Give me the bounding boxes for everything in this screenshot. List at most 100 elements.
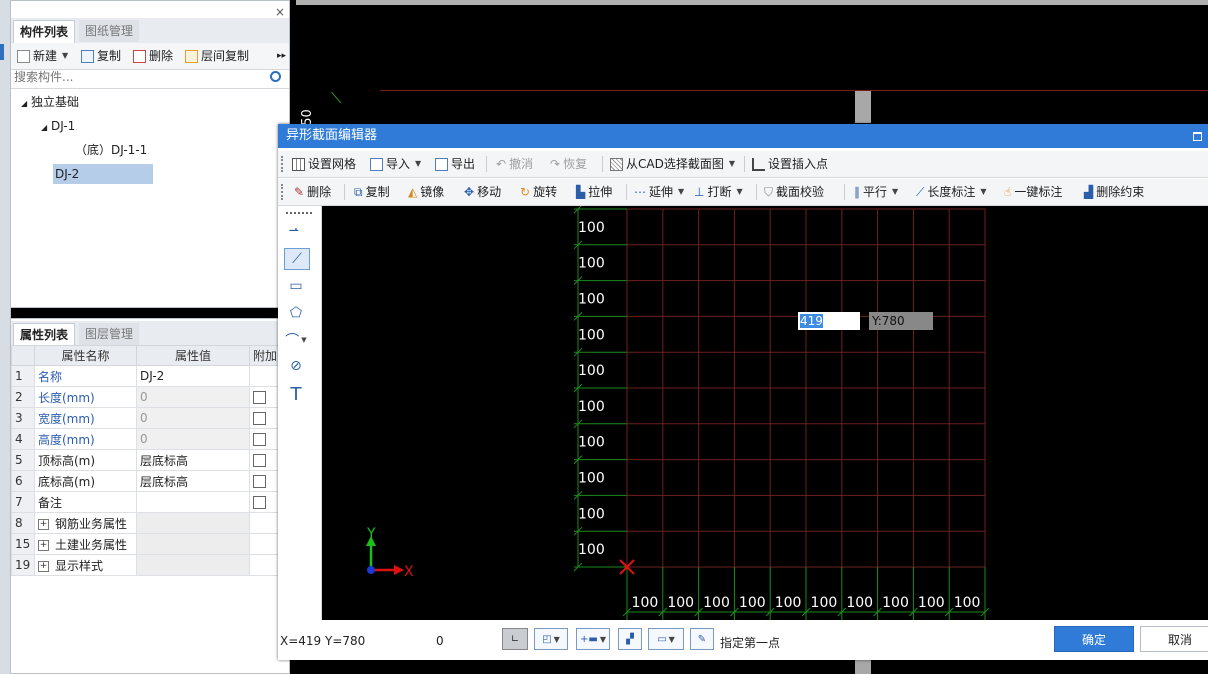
text-tool-icon[interactable]: T xyxy=(284,384,308,405)
stretch-button[interactable]: ▙ 拉伸 xyxy=(576,183,612,201)
property-value-cell[interactable]: DJ-2 xyxy=(136,365,250,387)
expand-triangle-icon[interactable]: ◢ xyxy=(21,99,27,108)
polygon-tool-icon[interactable]: ⬠ xyxy=(284,303,308,323)
import-button[interactable]: 导入 ▼ xyxy=(370,155,421,173)
table-row[interactable]: 8 + 钢筋业务属性 xyxy=(11,512,287,534)
table-row[interactable]: 4 高度(mm) 0 xyxy=(11,428,287,450)
table-row[interactable]: 3 宽度(mm) 0 xyxy=(11,407,287,429)
tab-property-list[interactable]: 属性列表 xyxy=(13,323,76,347)
extra-checkbox[interactable] xyxy=(253,412,266,425)
extra-checkbox[interactable] xyxy=(253,454,266,467)
table-row[interactable]: 5 顶标高(m) 层底标高 xyxy=(11,449,287,471)
tree-node-dj1[interactable]: ◢ DJ-1 xyxy=(41,116,75,136)
chevron-down-icon: ▼ xyxy=(892,187,899,196)
search-icon[interactable] xyxy=(270,71,281,82)
display-toggle-button[interactable]: ▭ ▼ xyxy=(648,628,684,650)
prompt-toggle-button[interactable]: ✎ xyxy=(690,628,714,650)
undo-button[interactable]: ↶ 撤消 xyxy=(496,155,533,173)
more-icon[interactable]: ▸▸ xyxy=(277,47,286,65)
table-row[interactable]: 1 名称 DJ-2 xyxy=(11,365,287,387)
property-value-cell[interactable]: 0 xyxy=(136,407,250,429)
expand-plus-icon[interactable]: + xyxy=(38,560,49,572)
property-tabbar: 属性列表 图层管理 xyxy=(11,321,289,348)
line-tool-icon[interactable]: ⟋ xyxy=(284,248,310,270)
point-tool-icon[interactable]: ·̶ xyxy=(284,220,308,240)
layer-toggle-button[interactable]: ▞ xyxy=(618,628,642,650)
delete-button[interactable]: ✎ 删除 xyxy=(294,183,331,201)
table-row[interactable]: 6 底标高(m) 层底标高 xyxy=(11,470,287,492)
circle-tool-icon[interactable]: ⊘ xyxy=(284,356,308,376)
extra-checkbox[interactable] xyxy=(253,433,266,446)
property-value-cell[interactable]: 0 xyxy=(136,428,250,450)
tab-layer-management[interactable]: 图层管理 xyxy=(79,323,140,345)
row-dimension-label: 100 xyxy=(578,363,605,379)
mirror-button[interactable]: ◭ 镜像 xyxy=(408,183,444,201)
delete-constraint-button[interactable]: ▟ 删除约束 xyxy=(1084,183,1144,201)
rotate-button[interactable]: ↻ 旋转 xyxy=(520,183,557,201)
maximize-icon[interactable] xyxy=(1193,132,1202,141)
search-input[interactable] xyxy=(11,68,257,86)
x-coordinate-input[interactable]: 419 xyxy=(798,312,860,330)
export-button[interactable]: 导出 xyxy=(435,155,475,173)
copy-button[interactable]: ⧉ 复制 xyxy=(354,183,390,201)
snap-toggle-button[interactable]: ◰ ▼ xyxy=(534,628,568,650)
tree-node-dj2[interactable]: DJ-2 xyxy=(53,164,153,184)
parallel-button[interactable]: ∥ 平行 ▼ xyxy=(854,183,898,201)
tab-drawing-management[interactable]: 图纸管理 xyxy=(79,20,140,42)
floor-copy-button[interactable]: 层间复制 xyxy=(185,47,249,65)
copy-button[interactable]: 复制 xyxy=(81,47,121,65)
extra-checkbox[interactable] xyxy=(253,391,266,404)
row-dimension-label: 100 xyxy=(578,292,605,308)
dimension-toggle-button[interactable]: +▬ ▼ xyxy=(576,628,610,650)
row-dimension-label: 100 xyxy=(578,220,605,236)
cad-dimension-tick xyxy=(331,82,352,104)
layer-icon: ▞ xyxy=(626,633,634,645)
section-check-button[interactable]: ⛉ 截面校验 xyxy=(764,183,824,201)
axis-y-label: Y xyxy=(366,526,376,542)
extend-button[interactable]: ⋯ 延伸 ▼ xyxy=(634,183,684,201)
tree-node-dj1-1[interactable]: （底）DJ-1-1 xyxy=(75,140,147,160)
move-button[interactable]: ✥ 移动 xyxy=(464,183,501,201)
table-row[interactable]: 15 + 土建业务属性 xyxy=(11,533,287,555)
row-dimension-label: 100 xyxy=(578,542,605,558)
axis-x-label: X xyxy=(404,564,414,580)
break-button[interactable]: ⊥ 打断 ▼ xyxy=(694,183,743,201)
set-grid-button[interactable]: 设置网格 xyxy=(292,155,356,173)
table-row[interactable]: 19 + 显示样式 xyxy=(11,554,287,576)
property-value-cell[interactable]: 层底标高 xyxy=(136,470,250,492)
one-key-dimension-button[interactable]: ☝ 一键标注 xyxy=(1004,183,1062,201)
select-from-cad-button[interactable]: 从CAD选择截面图 ▼ xyxy=(610,155,735,173)
insert-point-icon xyxy=(752,157,765,171)
arc-tool-icon[interactable]: ⌒ ▼ xyxy=(284,330,308,350)
import-icon xyxy=(370,157,383,171)
set-insert-point-button[interactable]: 设置插入点 xyxy=(752,155,828,173)
expand-triangle-icon[interactable]: ◢ xyxy=(41,123,47,132)
redo-button[interactable]: ↷ 恢复 xyxy=(550,155,587,173)
grid-svg[interactable]: 100 100 100 100 100 100 100 100 100 100 100 100 100 1… xyxy=(322,206,1208,620)
ok-button[interactable]: 确定 xyxy=(1054,626,1134,652)
extra-checkbox[interactable] xyxy=(253,496,266,509)
property-value-cell[interactable]: 层底标高 xyxy=(136,449,250,471)
drawing-tools-bar: ·̶ ⟋ ▭ ⬠ ⌒ ▼ ⊘ T xyxy=(278,206,322,620)
extra-checkbox[interactable] xyxy=(253,475,266,488)
table-row[interactable]: 2 长度(mm) 0 xyxy=(11,386,287,408)
toolbar-grip xyxy=(281,156,285,172)
length-dimension-button[interactable]: ⟋ 长度标注 ▼ xyxy=(916,183,987,201)
panel-close-icon[interactable]: × xyxy=(275,5,285,19)
drawing-canvas[interactable]: 100 100 100 100 100 100 100 100 100 100 100 100 100 1… xyxy=(322,206,1208,620)
ortho-toggle-button[interactable]: ∟ xyxy=(502,628,528,650)
expand-plus-icon[interactable]: + xyxy=(38,518,49,530)
dialog-titlebar[interactable]: 异形截面编辑器 xyxy=(278,124,1208,148)
column-dimension-label: 100 xyxy=(775,595,802,611)
property-value-cell[interactable]: 0 xyxy=(136,386,250,408)
delete-button[interactable]: 删除 xyxy=(133,47,173,65)
cancel-button[interactable]: 取消 xyxy=(1140,626,1208,652)
expand-plus-icon[interactable]: + xyxy=(38,539,49,551)
rectangle-tool-icon[interactable]: ▭ xyxy=(284,276,308,296)
tab-component-list[interactable]: 构件列表 xyxy=(13,20,76,44)
tree-node-isolated-foundation[interactable]: ◢ 独立基础 xyxy=(21,92,79,112)
new-button[interactable]: 新建 ▼ xyxy=(17,47,68,65)
table-row[interactable]: 7 备注 xyxy=(11,491,287,513)
property-value-cell[interactable] xyxy=(136,491,250,513)
y-coordinate-readout[interactable]: Y:780 xyxy=(869,312,933,330)
